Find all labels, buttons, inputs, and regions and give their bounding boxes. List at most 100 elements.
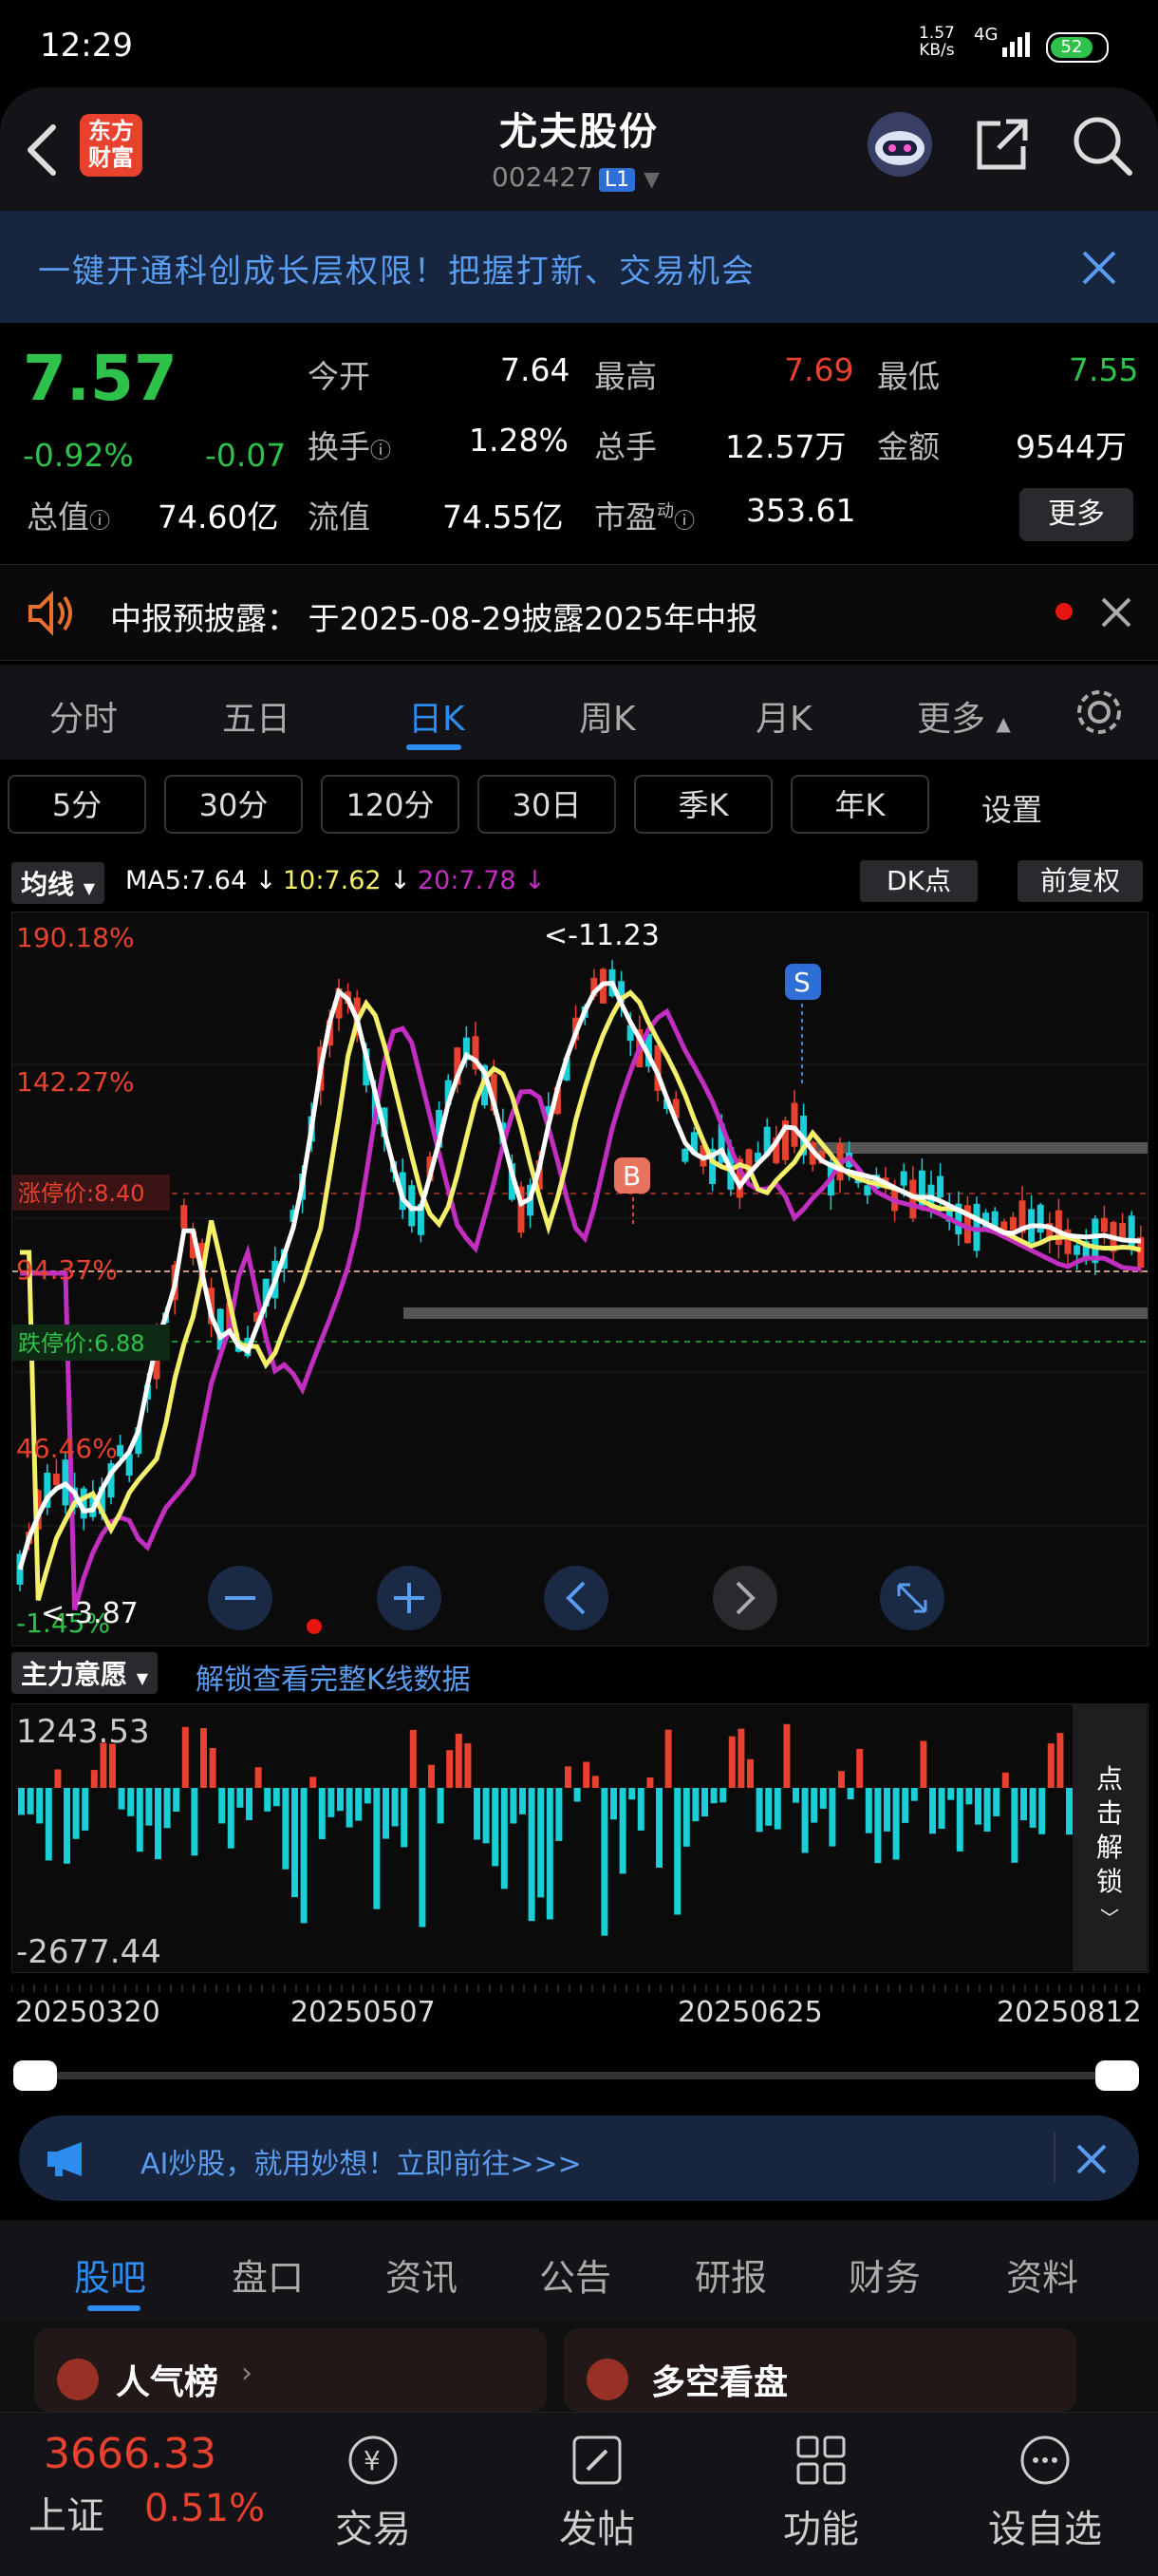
main-force-bar [847, 1788, 854, 1799]
kline-chart[interactable]: 190.18% 142.27% 涨停价:8.40 94.37% 跌停价:6.88… [11, 912, 1149, 1646]
period-5min[interactable]: 5分 [8, 775, 146, 834]
dk-point-button[interactable]: DK点 [860, 860, 978, 902]
indicator-select[interactable]: 均线 ▼ [11, 862, 105, 904]
ma10-line [20, 989, 1142, 1601]
function-button[interactable]: 功能 [750, 2432, 892, 2553]
content-tab-indicator [87, 2305, 140, 2311]
main-force-bar [628, 1788, 636, 1800]
ma-legend: 均线 ▼ MA5:7.64 ↓ 10:7.62 ↓ 20:7.78 ↓ DK点 … [0, 853, 1158, 910]
slider-handle-left[interactable] [13, 2060, 57, 2091]
main-force-bar [656, 1788, 663, 1868]
support-band [403, 1307, 1148, 1319]
period-30min[interactable]: 30分 [164, 775, 303, 834]
index-name[interactable]: 上证 [28, 2485, 104, 2540]
scroll-right-button[interactable] [713, 1566, 777, 1630]
robot-assistant-icon[interactable] [864, 108, 936, 180]
megaphone-icon [47, 2142, 82, 2176]
post-button[interactable]: 发帖 [526, 2432, 668, 2553]
tab-intraday[interactable]: 分时 [49, 691, 118, 741]
zoom-out-button[interactable] [208, 1566, 272, 1630]
high-marker: <-11.23 [544, 919, 660, 952]
tab-daily-k[interactable]: 日K [408, 691, 465, 741]
settings-link[interactable]: 设置 [981, 786, 1042, 830]
notice-bar[interactable]: 中报预披露： 于2025-08-29披露2025年中报 [0, 564, 1158, 661]
main-force-bar [373, 1788, 381, 1909]
sub-indicator-select[interactable]: 主力意愿 ▼ [11, 1652, 159, 1694]
scroll-left-button[interactable] [544, 1566, 608, 1630]
gear-icon[interactable] [1073, 686, 1126, 739]
y-label-3: 94.37% [16, 1254, 118, 1286]
tab-research[interactable]: 研报 [695, 2248, 767, 2301]
candle [117, 1444, 124, 1457]
main-force-bar [327, 1788, 335, 1817]
pe-value: 353.61 [746, 492, 856, 529]
more-button[interactable]: 更多 [1019, 488, 1133, 541]
main-force-bar [1047, 1743, 1055, 1788]
tab-pankou[interactable]: 盘口 [232, 2248, 304, 2301]
main-force-bar [82, 1788, 89, 1831]
clock: 12:29 [40, 27, 133, 65]
ai-ad-banner[interactable]: AI炒股，就用妙想！立即前往>>> [19, 2115, 1139, 2201]
tab-finance[interactable]: 财务 [849, 2248, 921, 2301]
main-force-bar [793, 1788, 799, 1803]
unlock-link[interactable]: 解锁查看完整K线数据 [196, 1656, 471, 1698]
long-short-card[interactable]: 多空看盘 [564, 2328, 1076, 2412]
main-force-bar [856, 1748, 864, 1788]
unlock-button[interactable]: 点击解锁 ﹀ [1073, 1703, 1147, 1971]
low-value: 7.55 [1069, 351, 1139, 388]
adjust-button[interactable]: 前复权 [1018, 860, 1143, 902]
date-axis: 20250320 20250507 20250625 20250812 [0, 1984, 1158, 2032]
unread-dot [1055, 603, 1073, 620]
tab-weekly-k[interactable]: 周K [579, 691, 636, 741]
main-force-bar [1011, 1788, 1018, 1863]
tab-more[interactable]: 更多 ▲ [917, 691, 1011, 741]
tab-announcements[interactable]: 公告 [539, 2248, 611, 2301]
main-force-bar [64, 1788, 70, 1864]
trade-button[interactable]: ¥ 交易 [302, 2432, 444, 2553]
search-icon[interactable] [1069, 112, 1135, 179]
tab-5day[interactable]: 五日 [222, 691, 290, 741]
period-120min[interactable]: 120分 [321, 775, 459, 834]
signal-icon [1002, 32, 1030, 57]
main-force-bar [947, 1788, 955, 1800]
tab-profile[interactable]: 资料 [1006, 2248, 1078, 2301]
add-watchlist-button[interactable]: 设自选 [974, 2432, 1116, 2553]
slider-handle-right[interactable] [1095, 2060, 1139, 2091]
main-force-bar [264, 1788, 271, 1812]
main-force-bar [573, 1788, 581, 1802]
amount-label: 金额 [877, 428, 940, 465]
period-quarter-k[interactable]: 季K [634, 775, 773, 834]
main-force-bar [482, 1788, 490, 1844]
close-icon[interactable] [1074, 2142, 1109, 2176]
main-force-bar [254, 1767, 262, 1788]
fullscreen-button[interactable] [880, 1566, 944, 1630]
period-30day[interactable]: 30日 [477, 775, 616, 834]
stock-code[interactable]: 002427 L1 ▼ [492, 161, 660, 193]
pe-label: 市盈动ⓘ [594, 498, 696, 536]
vs-icon [587, 2359, 628, 2400]
close-icon[interactable] [1099, 595, 1133, 630]
period-year-k[interactable]: 年K [791, 775, 929, 834]
candle [900, 1171, 907, 1186]
promo-banner[interactable]: 一键开通科创成长层权限！把握打新、交易机会 [0, 211, 1158, 323]
limit-down-label: 跌停价:6.88 [18, 1330, 145, 1357]
close-icon[interactable] [1080, 249, 1118, 287]
last-price: 7.57 [23, 342, 177, 415]
turnover-value: 1.28% [469, 422, 569, 459]
zoom-in-button[interactable] [377, 1566, 441, 1630]
tab-monthly-k[interactable]: 月K [756, 691, 812, 741]
main-force-bar [902, 1788, 909, 1823]
tab-guba[interactable]: 股吧 [74, 2248, 146, 2301]
date-label-4: 20250812 [997, 1996, 1142, 2029]
tab-news[interactable]: 资讯 [385, 2248, 458, 2301]
kline-svg: 190.18% 142.27% 涨停价:8.40 94.37% 跌停价:6.88… [12, 919, 1148, 1639]
popularity-card[interactable]: 人气榜 › [34, 2328, 547, 2412]
resistance-band [810, 1142, 1148, 1154]
main-force-bar [227, 1788, 234, 1849]
main-force-bar [27, 1788, 34, 1814]
main-force-chart[interactable]: 1243.53 -2677.44 [11, 1703, 1149, 1973]
range-slider[interactable] [13, 2060, 1139, 2091]
sub-indicator-bar: 主力意愿 ▼ 解锁查看完整K线数据 [0, 1645, 1158, 1702]
share-icon[interactable] [972, 114, 1033, 175]
main-force-bar [446, 1750, 454, 1788]
